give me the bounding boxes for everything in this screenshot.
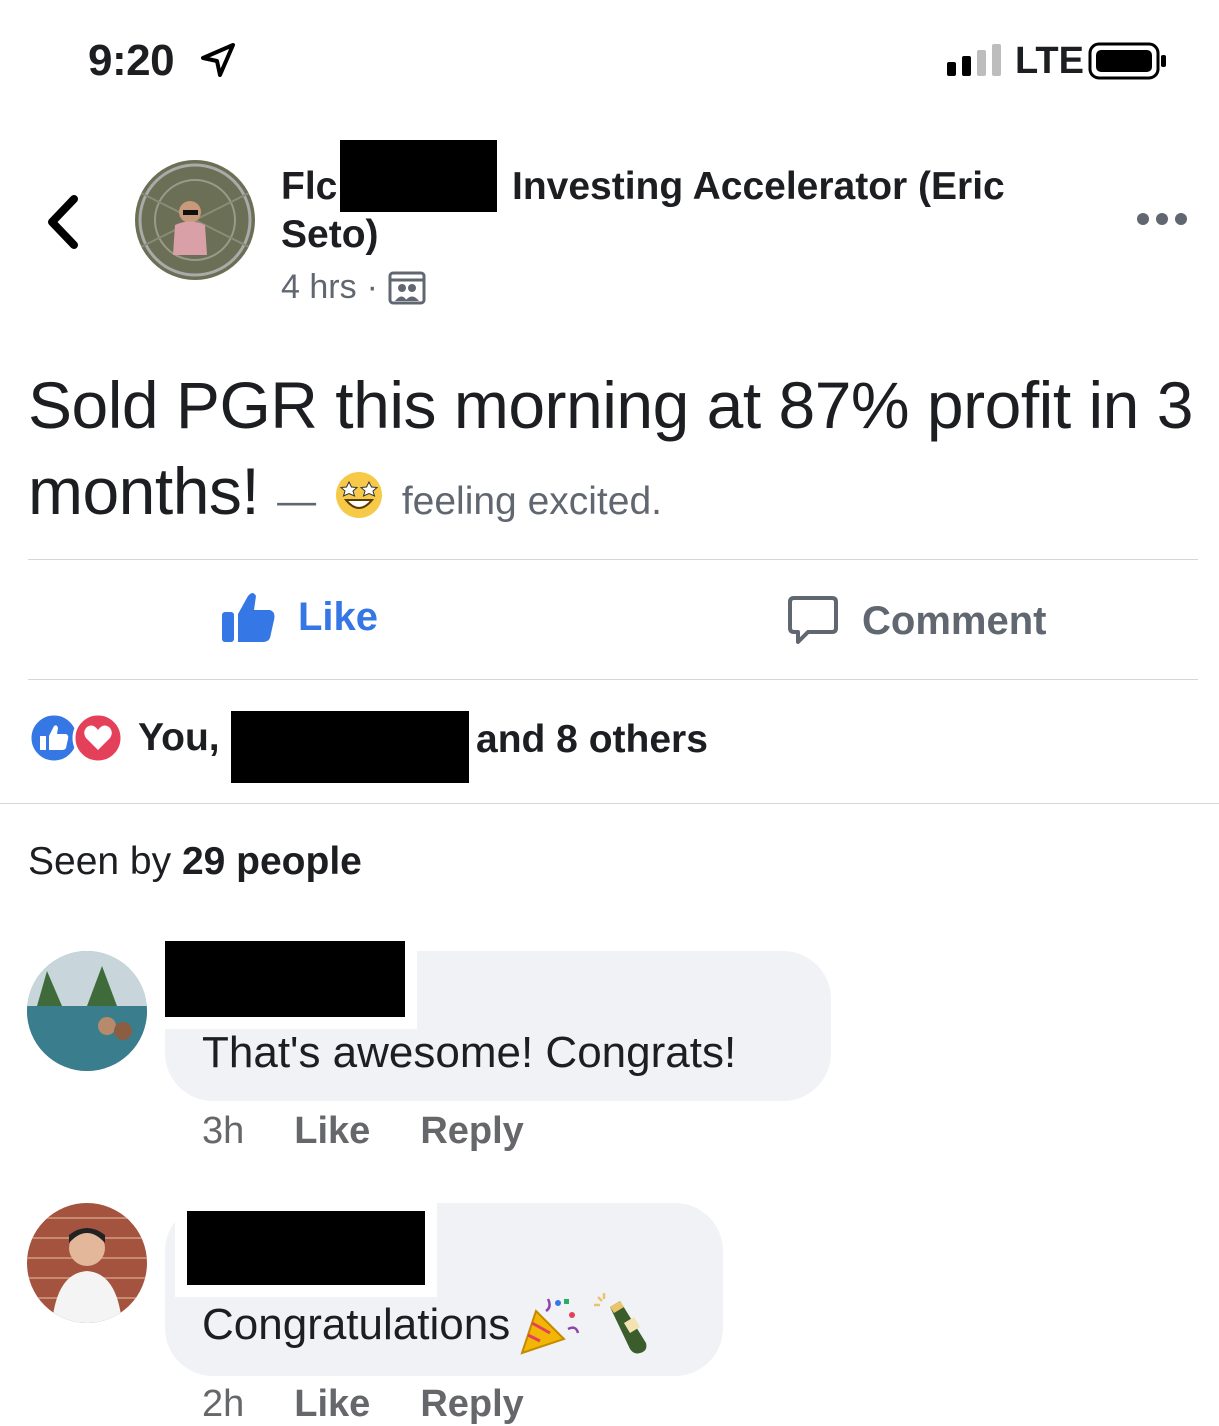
seen-count: 29 people <box>181 840 362 883</box>
comment-meta: 3h Like Reply <box>202 1110 524 1153</box>
comment-button[interactable]: Comment <box>786 594 1046 648</box>
thumbs-up-icon <box>222 593 275 642</box>
commenter-avatar[interactable] <box>27 951 147 1071</box>
redacted-name <box>340 140 497 212</box>
post-meta: 4 hrs · <box>281 268 426 307</box>
divider-mid <box>28 679 1198 680</box>
location-arrow-icon <box>201 43 235 77</box>
like-button[interactable]: Like <box>220 590 378 644</box>
status-time: 9:20 <box>88 36 175 85</box>
feeling-text[interactable]: feeling excited. <box>402 480 662 523</box>
party-popper-icon <box>520 1298 580 1355</box>
redacted-reactor <box>231 711 469 783</box>
comment-reply-button[interactable]: Reply <box>420 1110 523 1153</box>
comment-text: Congratulations <box>202 1300 511 1349</box>
seen-by[interactable]: Seen by 29 people <box>28 840 362 884</box>
group-title-part2[interactable]: Investing Accelerator (Eric <box>512 160 1005 213</box>
group-title-part1: Flc <box>281 165 338 208</box>
comment-label: Comment <box>862 598 1047 643</box>
divider-top <box>28 559 1198 560</box>
commenter-avatar[interactable] <box>27 1203 147 1323</box>
reactions-others[interactable]: and 8 others <box>476 718 708 762</box>
post-text: Sold PGR this morning at 87% profit in 3… <box>28 362 1198 545</box>
group-title-line2[interactable]: Seto) <box>281 213 379 257</box>
like-label: Like <box>298 594 379 639</box>
love-reaction-icon <box>72 712 124 764</box>
comment-text-row: Congratulations <box>202 1293 654 1357</box>
seen-prefix: Seen by <box>28 840 172 883</box>
comment-text: That's awesome! Congrats! <box>202 1028 737 1077</box>
more-dots-icon[interactable] <box>1136 210 1188 228</box>
divider-full <box>0 803 1219 804</box>
battery-icon <box>1088 42 1166 80</box>
signal-icon <box>947 44 1001 76</box>
feeling-dash: — <box>277 480 317 523</box>
redacted-commenter <box>175 1199 437 1297</box>
meta-dot: · <box>366 268 378 306</box>
post-time[interactable]: 4 hrs <box>281 268 357 307</box>
group-photo-icon <box>388 271 426 304</box>
comment-icon <box>788 596 838 644</box>
reactions-summary[interactable]: You, <box>28 712 220 764</box>
comment-time: 3h <box>202 1110 245 1152</box>
redacted-commenter <box>153 929 417 1029</box>
comment-like-button[interactable]: Like <box>294 1110 370 1153</box>
reactions-you: You, <box>138 716 220 759</box>
champagne-icon <box>594 1293 647 1354</box>
star-struck-emoji-icon <box>335 472 382 518</box>
back-chevron-icon[interactable] <box>42 195 82 249</box>
group-avatar[interactable] <box>135 160 255 280</box>
network-type: LTE <box>1015 40 1084 82</box>
